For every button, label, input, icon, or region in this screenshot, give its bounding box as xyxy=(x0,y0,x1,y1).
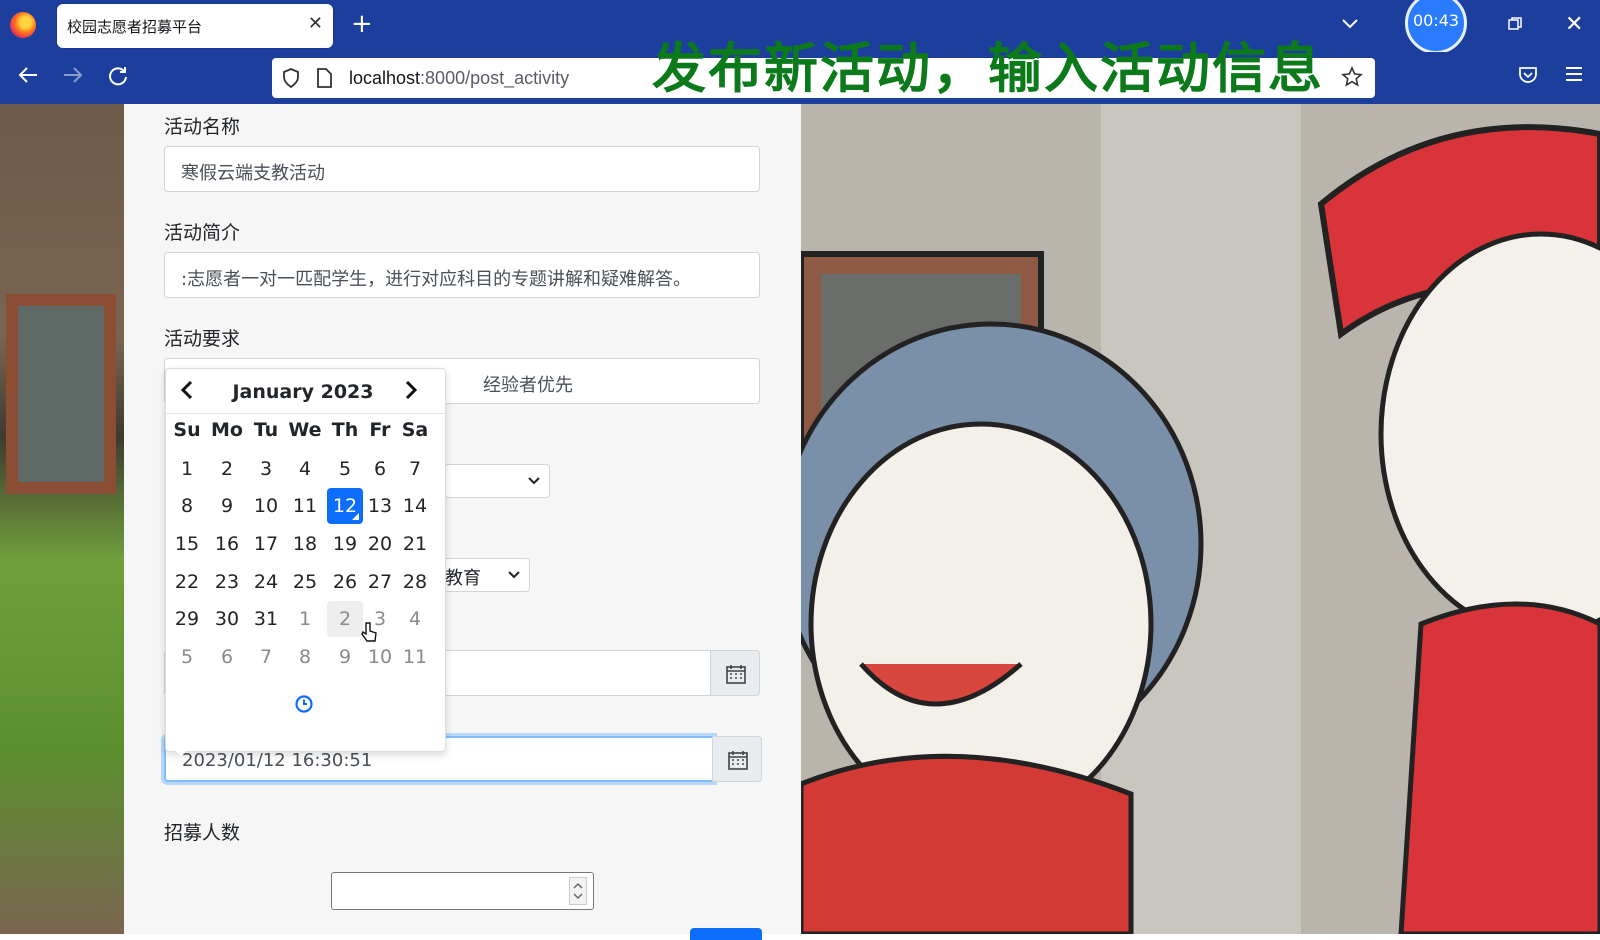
calendar-day[interactable]: 11 xyxy=(397,639,433,675)
calendar-day[interactable]: 21 xyxy=(397,526,433,562)
weekday-label: Fr xyxy=(369,419,391,441)
calendar-day[interactable]: 1 xyxy=(169,451,205,487)
calendar-day[interactable]: 19 xyxy=(327,526,363,562)
start-time-calendar-button[interactable] xyxy=(710,650,760,696)
calendar-day[interactable]: 5 xyxy=(327,451,363,487)
calendar-day[interactable]: 20 xyxy=(362,526,398,562)
calendar-icon xyxy=(726,665,746,684)
calendar-day[interactable]: 25 xyxy=(287,564,323,600)
firefox-logo xyxy=(10,12,36,38)
chevron-down-icon xyxy=(528,477,540,485)
calendar-day[interactable]: 9 xyxy=(209,488,245,524)
url-text[interactable]: localhost:8000/post_activity xyxy=(349,68,569,89)
activity-intro-input[interactable]: :志愿者一对一匹配学生，进行对应科目的专题讲解和疑难解答。 xyxy=(164,252,760,298)
calendar-day[interactable]: 6 xyxy=(362,451,398,487)
background-illustration-left xyxy=(0,104,124,934)
browser-tab[interactable]: 校园志愿者招募平台 ✕ xyxy=(57,4,333,48)
calendar-day[interactable]: 8 xyxy=(287,639,323,675)
close-window-icon[interactable]: ✕ xyxy=(1565,14,1583,36)
video-caption: 发布新活动，输入活动信息 xyxy=(652,37,1324,100)
activity-name-input[interactable]: 寒假云端支教活动 xyxy=(164,146,760,192)
recruit-count-input[interactable] xyxy=(331,872,594,910)
url-host: localhost xyxy=(349,68,421,88)
forward-icon[interactable] xyxy=(63,66,83,90)
calendar-day[interactable]: 2 xyxy=(327,601,363,637)
restore-window-icon[interactable] xyxy=(1508,16,1522,35)
calendar-day[interactable]: 28 xyxy=(397,564,433,600)
weekday-label: Sa xyxy=(401,419,429,441)
calendar-day[interactable]: 15 xyxy=(169,526,205,562)
activity-requirements-label: 活动要求 xyxy=(164,328,241,350)
calendar-day[interactable]: 27 xyxy=(362,564,398,600)
page-icon[interactable] xyxy=(316,68,332,92)
calendar-day[interactable]: 11 xyxy=(287,488,323,524)
plus-icon[interactable]: + xyxy=(351,10,373,38)
datepicker-divider xyxy=(166,413,445,414)
calendar-day[interactable]: 9 xyxy=(327,639,363,675)
calendar-day[interactable]: 1 xyxy=(287,601,323,637)
recruit-count-label: 招募人数 xyxy=(164,822,241,844)
chevron-down-icon xyxy=(508,571,520,579)
calendar-day[interactable]: 17 xyxy=(248,526,284,562)
calendar-day[interactable]: 2 xyxy=(209,451,245,487)
calendar-day[interactable]: 12 xyxy=(327,488,363,524)
chevron-left-icon[interactable] xyxy=(178,379,196,405)
weekday-label: Tu xyxy=(253,419,279,441)
calendar-day[interactable]: 22 xyxy=(169,564,205,600)
background-illustration-right xyxy=(801,104,1600,934)
calendar-day[interactable]: 10 xyxy=(248,488,284,524)
weekday-label: Mo xyxy=(211,419,243,441)
menu-icon[interactable] xyxy=(1565,66,1583,86)
pocket-icon[interactable] xyxy=(1518,66,1538,88)
weekday-label: We xyxy=(288,419,322,441)
submit-button[interactable] xyxy=(690,928,762,940)
calendar-day[interactable]: 18 xyxy=(287,526,323,562)
activity-name-label: 活动名称 xyxy=(164,116,241,138)
calendar-day[interactable]: 7 xyxy=(397,451,433,487)
calendar-day[interactable]: 26 xyxy=(327,564,363,600)
calendar-icon xyxy=(728,751,748,770)
calendar-day[interactable]: 23 xyxy=(209,564,245,600)
datepicker-popup: January 2023 Su Mo Tu We Th Fr Sa 1 2 3 4 5 6 7 8 9 10 1… xyxy=(165,368,446,752)
calendar-day[interactable]: 6 xyxy=(209,639,245,675)
recording-timer: 00:43 xyxy=(1405,0,1467,54)
calendar-day[interactable]: 13 xyxy=(362,488,398,524)
calendar-day[interactable]: 3 xyxy=(248,451,284,487)
shield-icon[interactable] xyxy=(282,68,300,92)
back-icon[interactable] xyxy=(18,66,38,90)
calendar-day[interactable]: 14 xyxy=(397,488,433,524)
calendar-day[interactable]: 8 xyxy=(169,488,205,524)
chevron-right-icon[interactable] xyxy=(402,379,420,405)
activity-category-select[interactable]: 教育 xyxy=(442,558,530,592)
tab-title: 校园志愿者招募平台 xyxy=(67,18,203,36)
calendar-day[interactable]: 31 xyxy=(248,601,284,637)
star-icon[interactable] xyxy=(1341,66,1363,92)
weekday-label: Su xyxy=(173,419,201,441)
hand-cursor-icon xyxy=(360,621,378,649)
close-icon[interactable]: ✕ xyxy=(308,14,323,34)
weekday-label: Th xyxy=(331,419,359,441)
calendar-day[interactable]: 4 xyxy=(397,601,433,637)
url-path: :8000/post_activity xyxy=(420,68,570,88)
calendar-day[interactable]: 5 xyxy=(169,639,205,675)
calendar-day[interactable]: 29 xyxy=(169,601,205,637)
activity-intro-label: 活动简介 xyxy=(164,222,241,244)
reload-icon[interactable] xyxy=(108,66,128,92)
number-spinner[interactable] xyxy=(569,877,587,905)
end-time-calendar-button[interactable] xyxy=(712,736,762,782)
calendar-day[interactable]: 4 xyxy=(287,451,323,487)
activity-category-value: 教育 xyxy=(445,568,481,589)
activity-type-select[interactable] xyxy=(444,464,550,498)
chevron-down-icon[interactable] xyxy=(1342,14,1358,33)
calendar-day[interactable]: 30 xyxy=(209,601,245,637)
calendar-day[interactable]: 7 xyxy=(248,639,284,675)
clock-icon[interactable] xyxy=(295,695,313,717)
calendar-day[interactable]: 24 xyxy=(248,564,284,600)
calendar-day[interactable]: 16 xyxy=(209,526,245,562)
datepicker-month-title[interactable]: January 2023 xyxy=(208,381,398,403)
